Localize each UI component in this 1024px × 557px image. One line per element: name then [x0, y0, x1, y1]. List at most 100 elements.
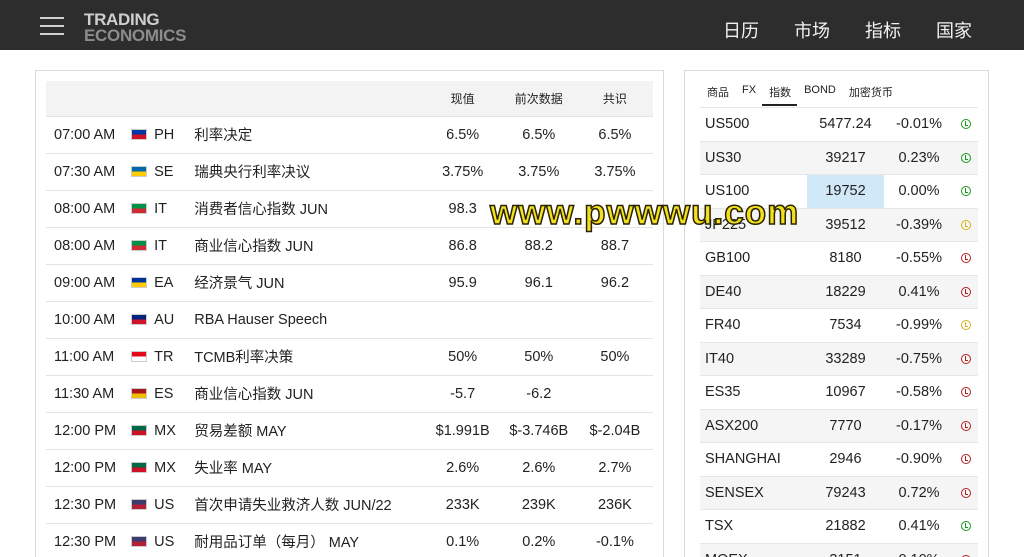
- market-status: [954, 409, 978, 443]
- market-row[interactable]: US100 19752 0.00%: [700, 174, 978, 209]
- col-consensus[interactable]: 共识: [577, 81, 653, 116]
- event-name[interactable]: 消费者信心指数 JUN: [194, 190, 424, 227]
- col-event: [194, 81, 424, 116]
- event-country: SE: [131, 153, 194, 190]
- market-symbol[interactable]: IT40: [700, 342, 807, 376]
- market-status: [954, 141, 978, 175]
- calendar-row[interactable]: 07:00 AM PH 利率决定 6.5% 6.5% 6.5%: [46, 116, 653, 153]
- event-name[interactable]: RBA Hauser Speech: [194, 301, 424, 338]
- market-symbol[interactable]: ASX200: [700, 409, 807, 443]
- calendar-row[interactable]: 11:30 AM ES 商业信心指数 JUN -5.7 -6.2: [46, 375, 653, 412]
- market-tab[interactable]: 商品: [700, 81, 735, 106]
- event-name[interactable]: 首次申请失业救济人数 JUN/22: [194, 486, 424, 523]
- country-code: US: [154, 533, 175, 550]
- event-name[interactable]: 利率决定: [194, 116, 424, 153]
- market-row[interactable]: DE40 18229 0.41%: [700, 275, 978, 309]
- country-flag-icon: [131, 276, 148, 288]
- country-code: TR: [154, 348, 174, 365]
- market-symbol[interactable]: SENSEX: [700, 476, 807, 510]
- event-name[interactable]: 经济景气 JUN: [194, 264, 424, 301]
- country-flag-icon: [131, 202, 148, 214]
- nav-markets[interactable]: 市场: [794, 17, 830, 43]
- calendar-row[interactable]: 10:00 AM AU RBA Hauser Speech: [46, 301, 653, 338]
- event-name[interactable]: 瑞典央行利率决议: [194, 153, 424, 190]
- nav-countries[interactable]: 国家: [936, 17, 972, 43]
- market-row[interactable]: IT40 33289 -0.75%: [700, 342, 978, 376]
- market-row[interactable]: SHANGHAI 2946 -0.90%: [700, 442, 978, 477]
- market-symbol[interactable]: US500: [700, 108, 807, 142]
- nav-indicators[interactable]: 指标: [865, 17, 901, 43]
- market-symbol[interactable]: FR40: [700, 309, 807, 343]
- event-actual: 6.5%: [446, 126, 480, 143]
- market-status: [954, 175, 978, 209]
- event-actual: 3.75%: [442, 163, 484, 180]
- market-symbol[interactable]: SHANGHAI: [700, 443, 807, 477]
- market-change: -0.55%: [896, 250, 942, 267]
- calendar-row[interactable]: 08:00 AM IT 商业信心指数 JUN 86.8 88.2 88.7: [46, 227, 653, 264]
- market-symbol[interactable]: GB100: [700, 242, 807, 276]
- clock-icon: [961, 119, 971, 130]
- col-previous[interactable]: 前次数据: [501, 81, 577, 116]
- site-logo[interactable]: TRADING ECONOMICS: [84, 11, 186, 44]
- market-change: -0.58%: [896, 384, 942, 401]
- market-row[interactable]: FR40 7534 -0.99%: [700, 308, 978, 343]
- event-name[interactable]: 贸易差额 MAY: [194, 412, 424, 449]
- event-name[interactable]: 失业率 MAY: [194, 449, 424, 486]
- event-name[interactable]: 商业信心指数 JUN: [194, 227, 424, 264]
- market-row[interactable]: JP225 39512 -0.39%: [700, 208, 978, 242]
- market-symbol[interactable]: MOEX: [700, 543, 807, 557]
- market-change: -0.39%: [896, 216, 942, 233]
- event-country: PH: [131, 116, 194, 153]
- market-tab[interactable]: FX: [735, 81, 762, 106]
- market-status: [954, 376, 978, 410]
- hamburger-menu-icon[interactable]: [40, 17, 64, 35]
- calendar-row[interactable]: 08:00 AM IT 消费者信心指数 JUN 98.3: [46, 190, 653, 227]
- market-row[interactable]: GB100 8180 -0.55%: [700, 241, 978, 276]
- calendar-row[interactable]: 11:00 AM TR TCMB利率决策 50% 50% 50%: [46, 338, 653, 375]
- market-price: 79243: [825, 484, 866, 501]
- event-country: MX: [131, 449, 194, 486]
- market-row[interactable]: ASX200 7770 -0.17%: [700, 409, 978, 443]
- market-price: 10967: [825, 384, 866, 401]
- event-time: 12:30 PM: [54, 533, 117, 550]
- market-row[interactable]: US30 39217 0.23%: [700, 141, 978, 175]
- market-symbol[interactable]: ES35: [700, 376, 807, 410]
- market-symbol[interactable]: TSX: [700, 510, 807, 544]
- market-row[interactable]: US500 5477.24 -0.01%: [700, 107, 978, 142]
- calendar-row[interactable]: 12:30 PM US 首次申请失业救济人数 JUN/22 233K 239K 236K: [46, 486, 653, 523]
- event-time: 09:00 AM: [54, 274, 116, 291]
- col-actual[interactable]: 现值: [425, 81, 501, 116]
- event-country: EA: [131, 264, 194, 301]
- event-previous: 2.6%: [522, 459, 556, 476]
- country-code: SE: [154, 163, 174, 180]
- calendar-row[interactable]: 07:30 AM SE 瑞典央行利率决议 3.75% 3.75% 3.75%: [46, 153, 653, 190]
- market-symbol[interactable]: JP225: [700, 208, 807, 242]
- market-price: 39217: [825, 149, 866, 166]
- event-previous: -6.2: [526, 385, 552, 402]
- event-country: US: [131, 523, 194, 557]
- calendar-row[interactable]: 09:00 AM EA 经济景气 JUN 95.9 96.1 96.2: [46, 264, 653, 301]
- market-price: 3151: [807, 543, 884, 557]
- market-tab[interactable]: 指数: [762, 81, 798, 106]
- market-tab[interactable]: 加密货币: [842, 81, 899, 106]
- market-price: 39512: [825, 216, 866, 233]
- market-row[interactable]: ES35 10967 -0.58%: [700, 375, 978, 410]
- calendar-row[interactable]: 12:00 PM MX 失业率 MAY 2.6% 2.6% 2.7%: [46, 449, 653, 486]
- market-price: 8180: [829, 250, 862, 267]
- market-tab[interactable]: BOND: [797, 81, 842, 106]
- event-name[interactable]: 耐用品订单（每月） MAY: [194, 523, 424, 557]
- event-name[interactable]: TCMB利率决策: [194, 338, 424, 375]
- market-symbol[interactable]: US100: [700, 175, 807, 209]
- event-name[interactable]: 商业信心指数 JUN: [194, 375, 424, 412]
- market-symbol[interactable]: DE40: [700, 275, 807, 309]
- market-symbol[interactable]: US30: [700, 141, 807, 175]
- nav-calendar[interactable]: 日历: [723, 17, 759, 43]
- event-previous: 239K: [521, 496, 556, 513]
- calendar-row[interactable]: 12:30 PM US 耐用品订单（每月） MAY 0.1% 0.2% -0.1%: [46, 523, 653, 557]
- market-row[interactable]: MOEX31510.10%: [700, 543, 978, 557]
- calendar-row[interactable]: 12:00 PM MX 贸易差额 MAY $1.991B $-3.746B $-2.04B: [46, 412, 653, 449]
- markets-panel: 商品 FX 指数 BOND 加密货币 US500 5477.24 -0.01% US30 392…: [684, 70, 989, 557]
- event-consensus: 88.7: [600, 237, 630, 254]
- market-row[interactable]: SENSEX 79243 0.72%: [700, 476, 978, 510]
- market-row[interactable]: TSX 21882 0.41%: [700, 509, 978, 544]
